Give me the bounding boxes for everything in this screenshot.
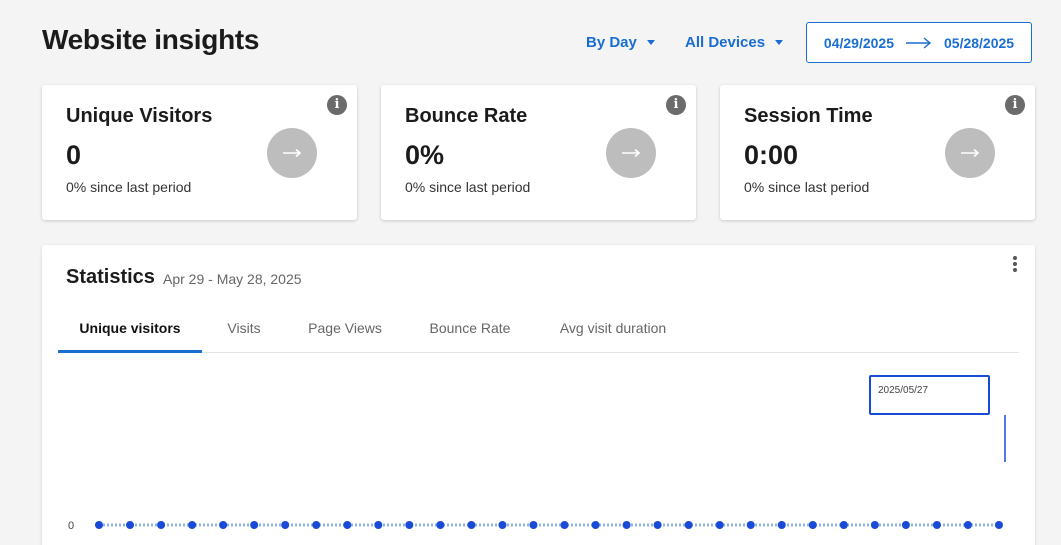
data-point[interactable] <box>560 521 569 529</box>
card-title: Unique Visitors <box>66 105 213 127</box>
arrow-right-icon <box>622 148 641 158</box>
arrow-right-icon <box>961 148 980 158</box>
card-arrow-button[interactable] <box>945 128 995 178</box>
data-point[interactable] <box>312 521 321 529</box>
data-point[interactable] <box>777 521 786 529</box>
card-arrow-button[interactable] <box>267 128 317 178</box>
data-point[interactable] <box>839 521 848 529</box>
card-value: 0:00 <box>744 140 799 170</box>
chart-tooltip: 2025/05/27 <box>869 375 990 415</box>
data-point[interactable] <box>715 521 724 529</box>
statistics-title: Statistics <box>66 266 155 288</box>
statistics-tabs: Unique visitors Visits Page Views Bounce… <box>58 307 1019 353</box>
caret-down-icon <box>775 39 784 45</box>
card-subtext: 0% since last period <box>405 179 531 195</box>
data-point[interactable] <box>219 521 228 529</box>
tab-unique-visitors[interactable]: Unique visitors <box>58 307 202 353</box>
info-icon[interactable]: i <box>1005 95 1025 115</box>
info-icon[interactable]: i <box>666 95 686 115</box>
card-arrow-button[interactable] <box>606 128 656 178</box>
devices-label: All Devices <box>685 33 766 51</box>
data-point[interactable] <box>995 521 1003 529</box>
data-point[interactable] <box>808 521 817 529</box>
date-range-picker[interactable]: 04/29/2025 05/28/2025 <box>806 22 1032 63</box>
tab-page-views[interactable]: Page Views <box>302 307 388 353</box>
data-point[interactable] <box>343 521 352 529</box>
y-tick-label: 0 <box>68 520 74 532</box>
tab-visits[interactable]: Visits <box>218 307 270 353</box>
data-point[interactable] <box>932 521 941 529</box>
card-value: 0 <box>66 140 82 170</box>
data-point[interactable] <box>901 521 910 529</box>
data-point[interactable] <box>529 521 538 529</box>
data-point[interactable] <box>126 521 135 529</box>
tab-avg-visit-duration[interactable]: Avg visit duration <box>550 307 676 353</box>
data-point[interactable] <box>870 521 879 529</box>
data-point[interactable] <box>622 521 631 529</box>
granularity-dropdown[interactable]: By Day <box>586 32 655 52</box>
more-options-icon[interactable] <box>1012 256 1018 274</box>
card-bounce-rate: Bounce Rate 0% 0% since last period i <box>381 85 696 220</box>
info-icon[interactable]: i <box>327 95 347 115</box>
data-point[interactable] <box>498 521 507 529</box>
card-unique-visitors: Unique Visitors 0 0% since last period i <box>42 85 357 220</box>
data-point[interactable] <box>653 521 662 529</box>
page-title: Website insights <box>42 24 260 55</box>
data-point[interactable] <box>250 521 259 529</box>
data-point[interactable] <box>157 521 166 529</box>
granularity-label: By Day <box>586 33 637 51</box>
arrow-right-icon <box>906 36 932 49</box>
data-point[interactable] <box>188 521 197 529</box>
statistics-date-range: Apr 29 - May 28, 2025 <box>163 271 302 287</box>
card-subtext: 0% since last period <box>66 179 192 195</box>
data-point[interactable] <box>746 521 755 529</box>
card-title: Bounce Rate <box>405 105 528 127</box>
data-point[interactable] <box>684 521 693 529</box>
data-point[interactable] <box>436 521 445 529</box>
data-point[interactable] <box>374 521 383 529</box>
data-point[interactable] <box>591 521 600 529</box>
data-point[interactable] <box>405 521 414 529</box>
tab-bounce-rate[interactable]: Bounce Rate <box>422 307 518 353</box>
arrow-right-icon <box>283 148 302 158</box>
date-to: 05/28/2025 <box>944 34 1015 51</box>
caret-down-icon <box>646 39 655 45</box>
card-subtext: 0% since last period <box>744 179 870 195</box>
data-point[interactable] <box>281 521 290 529</box>
card-session-time: Session Time 0:00 0% since last period i <box>720 85 1035 220</box>
insights-page: Website insights By Day All Devices 04/2… <box>0 0 1061 545</box>
card-title: Session Time <box>744 105 873 127</box>
card-value: 0% <box>405 140 445 170</box>
tooltip-date: 2025/05/27 <box>878 385 929 396</box>
data-point[interactable] <box>95 521 103 529</box>
statistics-panel: Statistics Apr 29 - May 28, 2025 Unique … <box>42 245 1035 545</box>
date-from: 04/29/2025 <box>823 34 894 51</box>
data-point[interactable] <box>963 521 972 529</box>
devices-dropdown[interactable]: All Devices <box>685 32 784 52</box>
data-point[interactable] <box>467 521 476 529</box>
